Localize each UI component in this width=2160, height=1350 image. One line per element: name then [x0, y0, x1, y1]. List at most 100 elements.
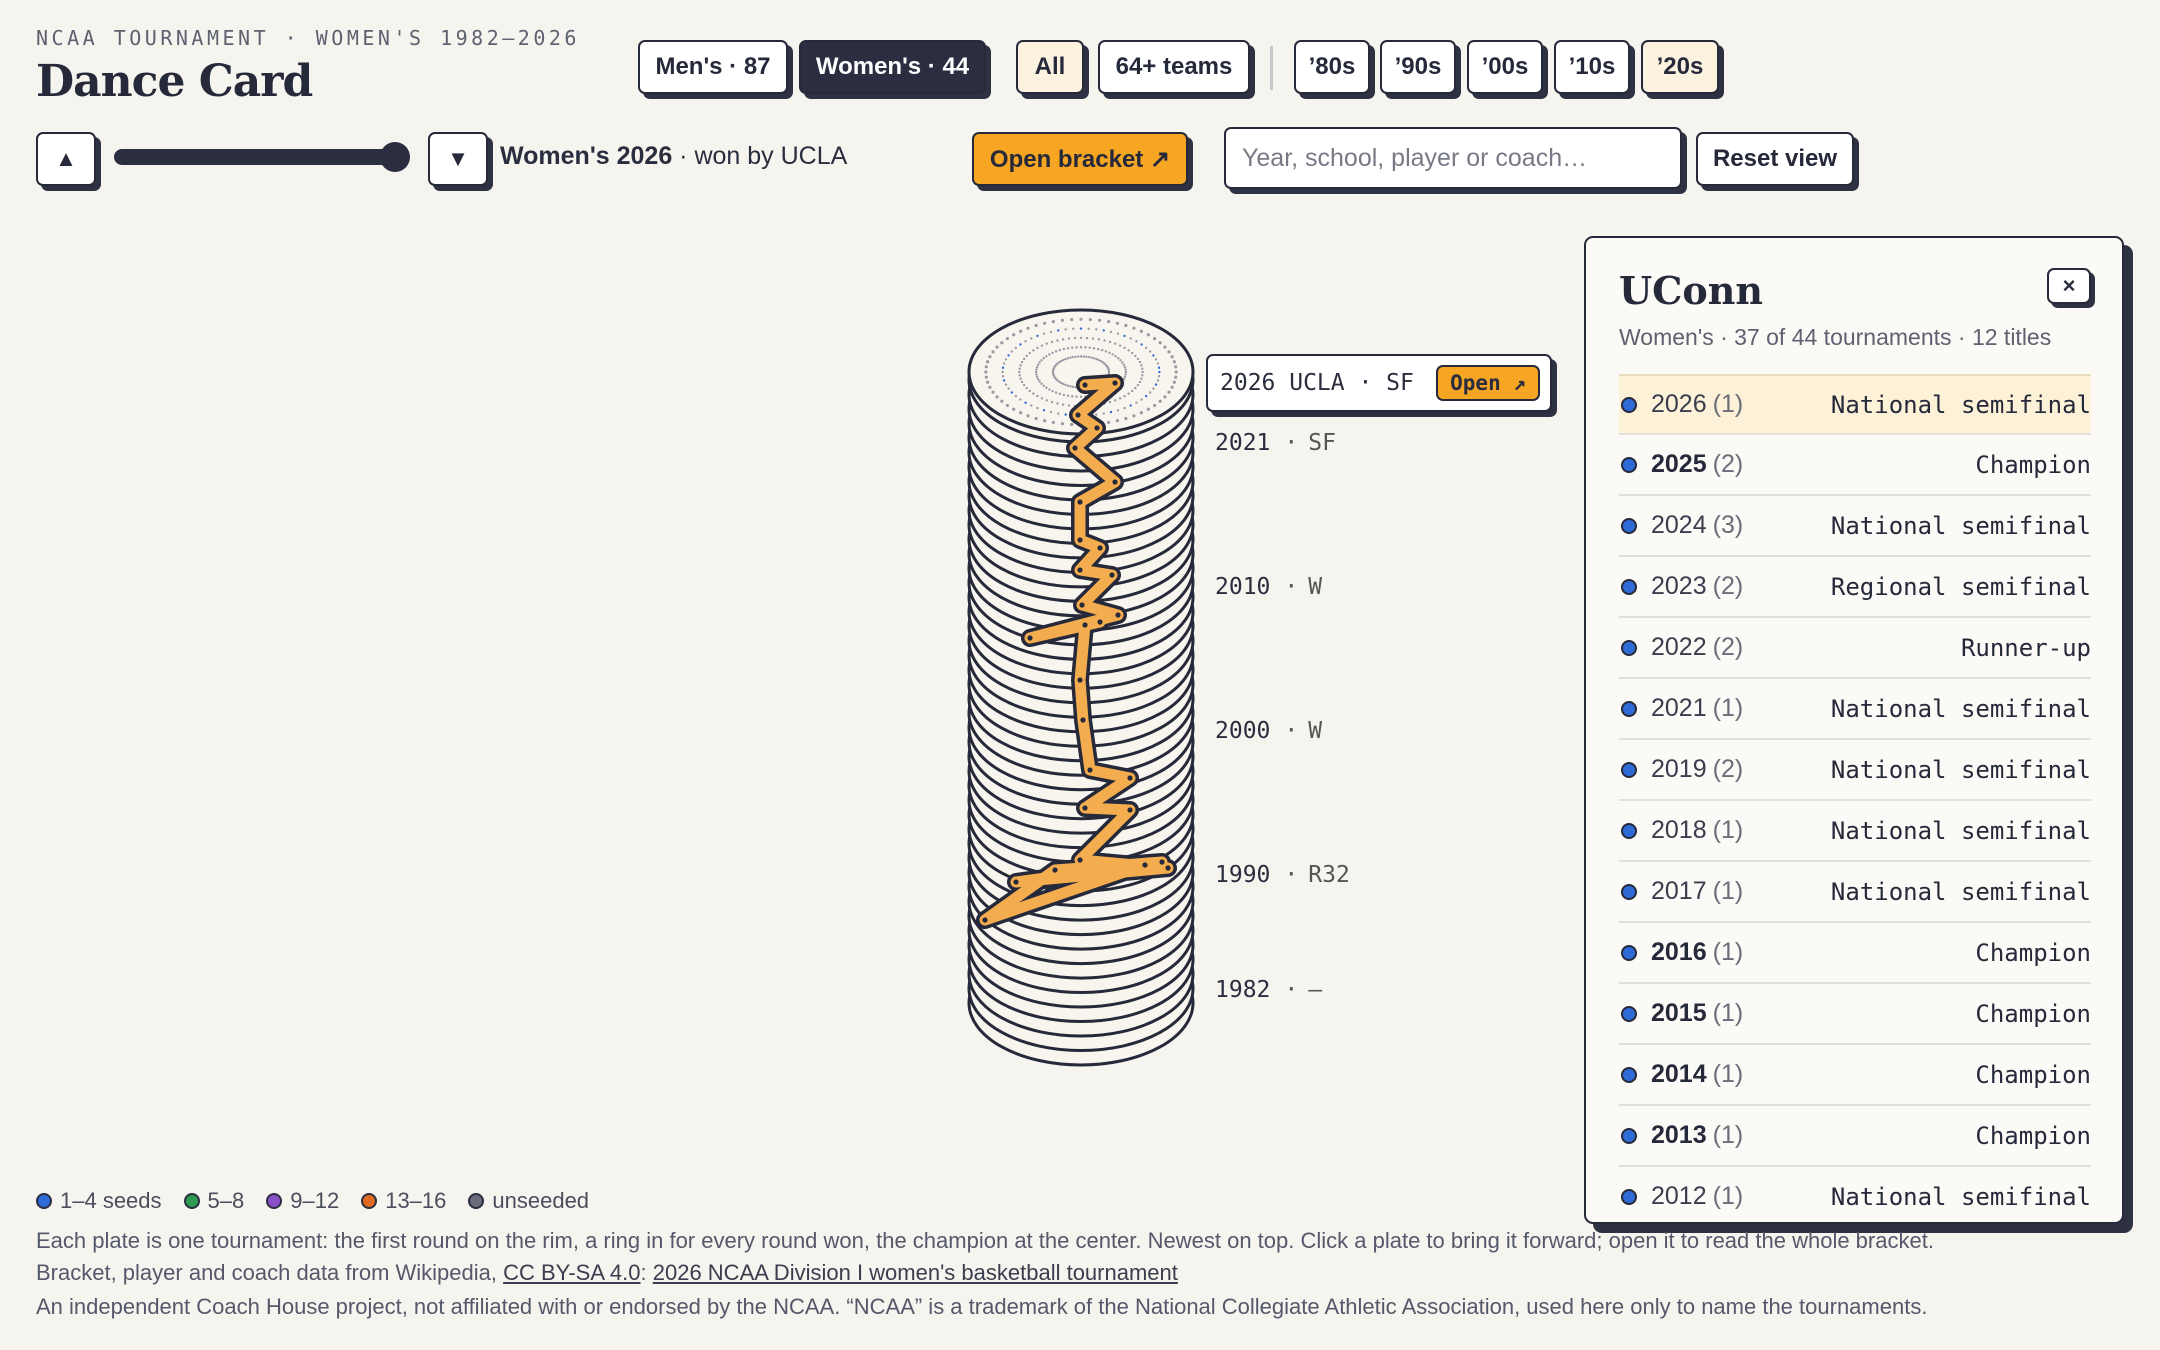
path-node — [1097, 619, 1103, 625]
stack-label-year: 2021 — [1215, 430, 1271, 456]
footer-attribution: Bracket, player and coach data from Wiki… — [36, 1260, 1178, 1286]
row-seed: (3) — [1712, 511, 1744, 539]
year-slider-thumb[interactable] — [380, 142, 410, 172]
history-row[interactable]: 2015 (1) Champion — [1619, 984, 2091, 1045]
page-overline: NCAA TOURNAMENT · WOMEN'S 1982–2026 — [36, 26, 580, 50]
decade-00s-button[interactable]: ’00s — [1467, 40, 1543, 94]
row-seed: (2) — [1712, 755, 1744, 783]
path-node — [1109, 572, 1115, 578]
search-input[interactable] — [1224, 127, 1682, 189]
seed-dot — [1621, 883, 1637, 900]
seed-dot — [1621, 761, 1637, 778]
row-seed: (1) — [1712, 877, 1744, 905]
open-bracket-button[interactable]: Open bracket ↗ — [972, 132, 1188, 186]
stack-label-year: 1982 — [1215, 977, 1271, 1003]
path-node — [1127, 775, 1133, 781]
filter-64-teams-button[interactable]: 64+ teams — [1098, 40, 1250, 94]
row-result: National semifinal — [1830, 511, 2091, 540]
path-node — [1079, 602, 1085, 608]
row-result: Champion — [1975, 1060, 2091, 1089]
path-node — [1094, 425, 1100, 431]
legend-item: 9–12 — [266, 1188, 339, 1214]
decade-10s-button[interactable]: ’10s — [1554, 40, 1630, 94]
row-year: 2024 — [1651, 511, 1707, 539]
history-row[interactable]: 2022 (2) Runner-up — [1619, 618, 2091, 679]
path-node — [1127, 807, 1133, 813]
history-row[interactable]: 2019 (2) National semifinal — [1619, 740, 2091, 801]
year-slider[interactable] — [114, 149, 404, 165]
history-row[interactable]: 2017 (1) National semifinal — [1619, 862, 2091, 923]
legend-item: 13–16 — [361, 1188, 446, 1214]
source-link[interactable]: 2026 NCAA Division I women's basketball … — [653, 1260, 1178, 1285]
filter-all-button[interactable]: All — [1016, 40, 1084, 94]
close-icon: × — [2062, 273, 2076, 298]
row-year: 2022 — [1651, 633, 1707, 661]
history-row[interactable]: 2014 (1) Champion — [1619, 1045, 2091, 1106]
next-year-button[interactable]: ▼ — [428, 132, 488, 186]
seed-dot — [1621, 822, 1637, 839]
history-row[interactable]: 2025 (2) Champion — [1619, 435, 2091, 496]
stack-label-separator: · — [1284, 718, 1299, 744]
current-tournament-status: Women's 2026 · won by UCLA — [500, 142, 847, 171]
callout-open-button[interactable]: Open ↗ — [1436, 365, 1540, 401]
status-winner: · won by UCLA — [672, 142, 848, 170]
plate-stack[interactable] — [940, 300, 1240, 1080]
stack-label-separator: · — [1284, 574, 1299, 600]
row-seed: (1) — [1712, 1121, 1744, 1149]
stack-label-1990[interactable]: 1990 · R32 — [1215, 862, 1350, 888]
path-node — [982, 917, 988, 923]
history-row[interactable]: 2026 (1) National semifinal — [1619, 374, 2091, 435]
history-row[interactable]: 2016 (1) Champion — [1619, 923, 2091, 984]
legend-item: 1–4 seeds — [36, 1188, 162, 1214]
row-year: 2014 — [1651, 1060, 1707, 1088]
selected-plate-callout[interactable]: 2026 UCLA · SF Open ↗ — [1206, 354, 1552, 412]
path-node — [1077, 567, 1083, 573]
row-seed: (1) — [1712, 816, 1744, 844]
row-year: 2025 — [1651, 450, 1707, 478]
tab-mens[interactable]: Men's · 87 — [638, 40, 788, 94]
history-row[interactable]: 2023 (2) Regional semifinal — [1619, 557, 2091, 618]
decade-90s-button[interactable]: ’90s — [1380, 40, 1456, 94]
row-year: 2016 — [1651, 938, 1707, 966]
panel-subtitle: Women's · 37 of 44 tournaments · 12 titl… — [1619, 324, 2052, 350]
path-node — [1097, 545, 1103, 551]
path-node — [1112, 479, 1118, 485]
seed-dot — [1621, 1188, 1637, 1205]
license-link[interactable]: CC BY-SA 4.0 — [503, 1260, 640, 1285]
seed-dot — [1621, 517, 1637, 534]
decade-20s-button[interactable]: ’20s — [1641, 40, 1719, 94]
tab-womens[interactable]: Women's · 44 — [799, 40, 986, 94]
row-result: Regional semifinal — [1830, 572, 2091, 601]
row-result: Champion — [1975, 999, 2091, 1028]
reset-view-button[interactable]: Reset view — [1696, 132, 1854, 186]
row-year: 2012 — [1651, 1182, 1707, 1210]
row-seed: (1) — [1712, 1060, 1744, 1088]
legend-label: 5–8 — [207, 1188, 245, 1213]
seed-dot — [1621, 396, 1637, 413]
history-row[interactable]: 2024 (3) National semifinal — [1619, 496, 2091, 557]
history-row[interactable]: 2012 (1) National semifinal — [1619, 1167, 2091, 1222]
stack-label-2021[interactable]: 2021 · SF — [1215, 430, 1336, 456]
row-year: 2026 — [1651, 390, 1707, 418]
close-panel-button[interactable]: × — [2047, 268, 2091, 304]
row-result: National semifinal — [1830, 1182, 2091, 1211]
history-row[interactable]: 2018 (1) National semifinal — [1619, 801, 2091, 862]
history-row[interactable]: 2021 (1) National semifinal — [1619, 679, 2091, 740]
seed-legend: 1–4 seeds 5–8 9–12 13–16 unseeded — [36, 1188, 611, 1214]
row-result: National semifinal — [1830, 877, 2091, 906]
legend-dot — [183, 1193, 200, 1209]
stack-label-1982[interactable]: 1982 · — — [1215, 977, 1322, 1003]
stack-label-2000[interactable]: 2000 · W — [1215, 718, 1322, 744]
decade-80s-button[interactable]: ’80s — [1294, 40, 1370, 94]
triangle-up-icon: ▲ — [55, 146, 77, 171]
team-detail-panel: UConn × Women's · 37 of 44 tournaments ·… — [1584, 236, 2124, 1224]
history-row[interactable]: 2013 (1) Champion — [1619, 1106, 2091, 1167]
path-node — [1027, 635, 1033, 641]
footer-description: Each plate is one tournament: the first … — [36, 1228, 1934, 1253]
seed-dot — [1621, 700, 1637, 717]
stack-label-separator: · — [1284, 862, 1299, 888]
previous-year-button[interactable]: ▲ — [36, 132, 96, 186]
stack-label-2010[interactable]: 2010 · W — [1215, 574, 1322, 600]
footer-disclaimer: An independent Coach House project, not … — [36, 1294, 1928, 1319]
seed-dot — [1621, 1066, 1637, 1083]
